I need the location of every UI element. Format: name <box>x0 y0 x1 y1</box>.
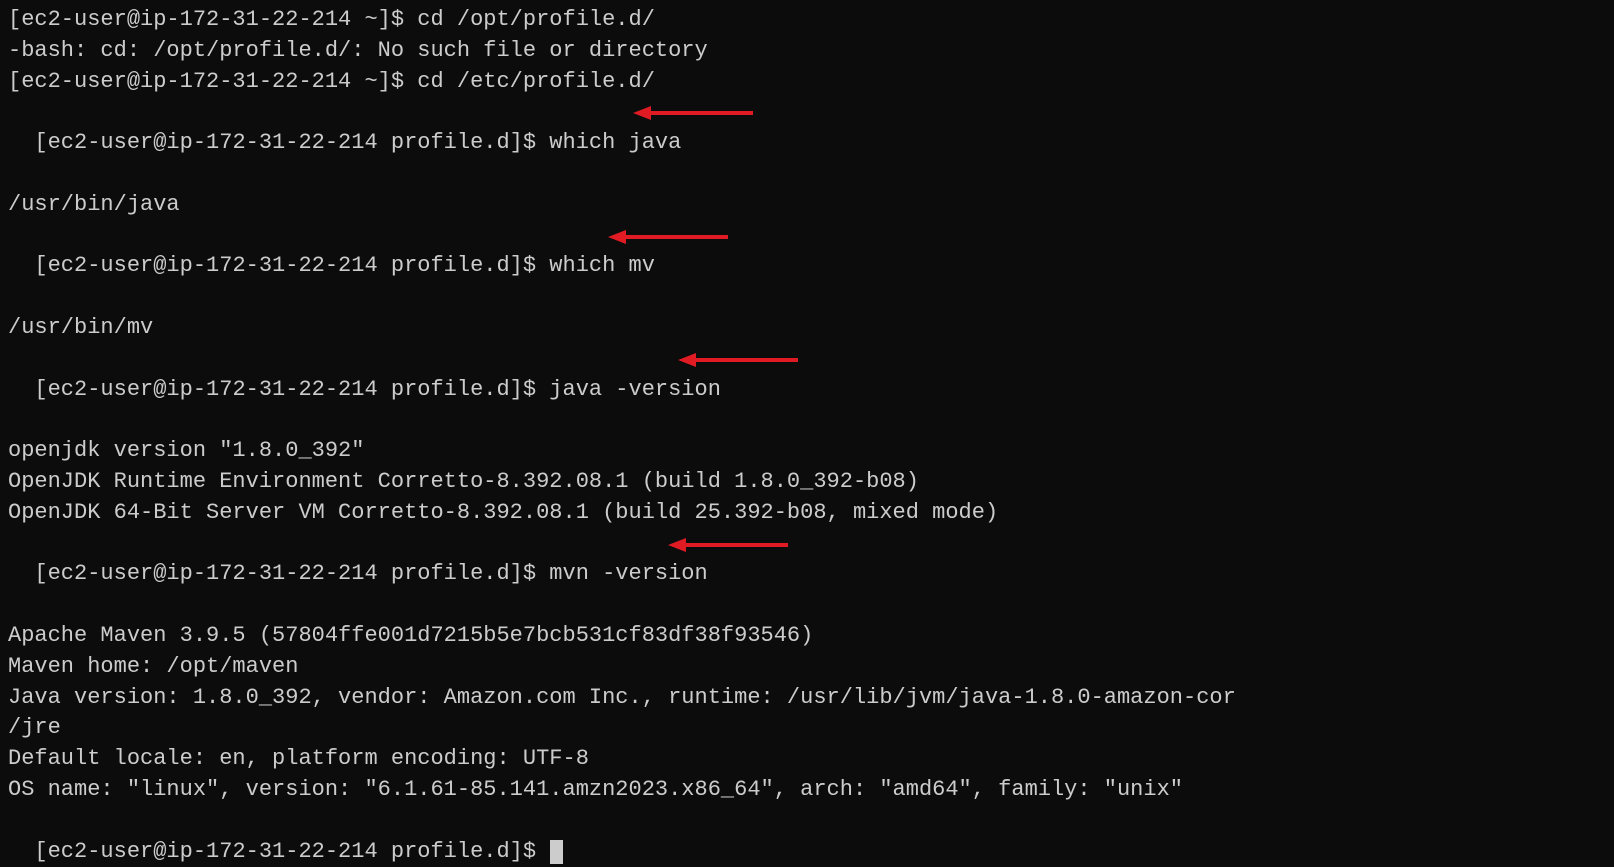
terminal-line: [ec2-user@ip-172-31-22-214 profile.d]$ m… <box>8 529 1606 621</box>
terminal-line: -bash: cd: /opt/profile.d/: No such file… <box>8 36 1606 67</box>
terminal-text: [ec2-user@ip-172-31-22-214 profile.d]$ j… <box>34 377 721 402</box>
terminal-line: Default locale: en, platform encoding: U… <box>8 744 1606 775</box>
terminal-line: [ec2-user@ip-172-31-22-214 profile.d]$ w… <box>8 97 1606 189</box>
terminal-line: /usr/bin/mv <box>8 313 1606 344</box>
cursor-icon <box>550 840 563 864</box>
terminal-line: /jre <box>8 713 1606 744</box>
terminal-line: Java version: 1.8.0_392, vendor: Amazon.… <box>8 683 1606 714</box>
terminal-text: [ec2-user@ip-172-31-22-214 profile.d]$ m… <box>34 561 707 586</box>
terminal-line: OpenJDK Runtime Environment Corretto-8.3… <box>8 467 1606 498</box>
terminal-line: [ec2-user@ip-172-31-22-214 profile.d]$ w… <box>8 221 1606 313</box>
terminal-text: [ec2-user@ip-172-31-22-214 profile.d]$ w… <box>34 130 681 155</box>
arrow-annotation <box>608 227 728 247</box>
arrow-annotation <box>668 535 788 555</box>
terminal-line: openjdk version "1.8.0_392" <box>8 436 1606 467</box>
terminal-line: [ec2-user@ip-172-31-22-214 ~]$ cd /opt/p… <box>8 5 1606 36</box>
terminal-prompt-line[interactable]: [ec2-user@ip-172-31-22-214 profile.d]$ <box>8 806 1606 867</box>
terminal-line: OS name: "linux", version: "6.1.61-85.14… <box>8 775 1606 806</box>
terminal-line: /usr/bin/java <box>8 190 1606 221</box>
terminal-line: [ec2-user@ip-172-31-22-214 profile.d]$ j… <box>8 344 1606 436</box>
arrow-annotation <box>633 103 753 123</box>
terminal-prompt: [ec2-user@ip-172-31-22-214 profile.d]$ <box>34 839 549 864</box>
arrow-annotation <box>678 350 798 370</box>
terminal-line: Maven home: /opt/maven <box>8 652 1606 683</box>
terminal-line: OpenJDK 64-Bit Server VM Corretto-8.392.… <box>8 498 1606 529</box>
terminal-line: [ec2-user@ip-172-31-22-214 ~]$ cd /etc/p… <box>8 67 1606 98</box>
terminal-line: Apache Maven 3.9.5 (57804ffe001d7215b5e7… <box>8 621 1606 652</box>
terminal-text: [ec2-user@ip-172-31-22-214 profile.d]$ w… <box>34 253 655 278</box>
